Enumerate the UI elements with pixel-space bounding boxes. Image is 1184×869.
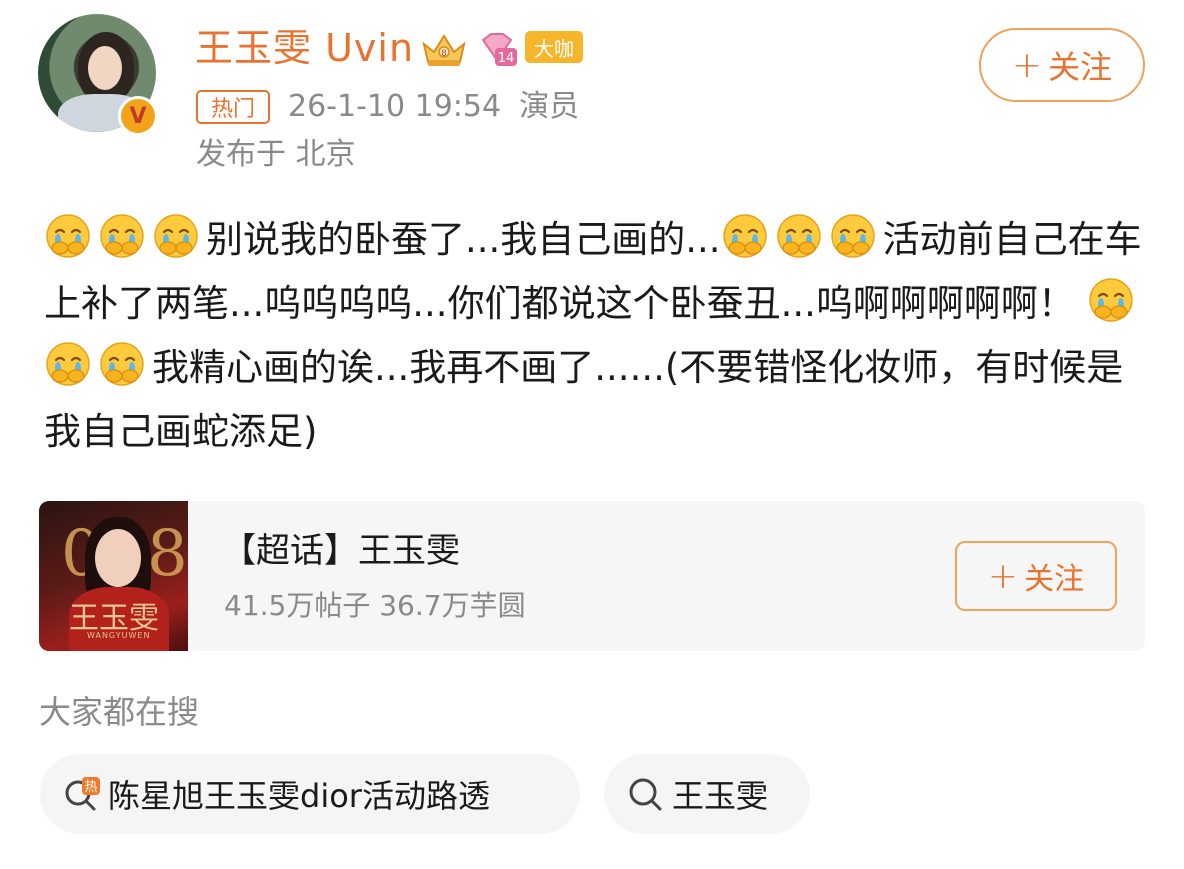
super-topic-name[interactable]: 【超话】王玉雯 [222, 528, 460, 574]
plus-icon: + [1011, 44, 1043, 86]
user-profession: 演员 [519, 89, 580, 124]
svg-text:14: 14 [498, 51, 515, 66]
plus-icon: + [987, 555, 1019, 597]
crying-emoji-icon [829, 212, 877, 260]
crying-emoji-icon [44, 340, 92, 388]
svg-text:8: 8 [441, 49, 447, 59]
search-chip[interactable]: 王玉雯 [604, 754, 810, 834]
diamond-level-icon: 14 [481, 33, 517, 66]
topic-follow-label: 关注 [1024, 562, 1085, 597]
topic-follow-button[interactable]: + 关注 [955, 541, 1117, 611]
follow-label: 关注 [1048, 48, 1113, 86]
post-location: 发布于 北京 [196, 137, 356, 172]
hot-search-icon: 热 [65, 777, 100, 811]
follow-button[interactable]: + 关注 [979, 28, 1145, 102]
crying-emoji-icon [44, 212, 92, 260]
post-timestamp: 26-1-10 19:54 [288, 89, 502, 124]
crying-emoji-icon [152, 212, 200, 260]
crying-emoji-icon [1087, 276, 1135, 324]
hot-tag: 热门 [196, 90, 270, 124]
super-topic-stats: 41.5万帖子 36.7万芋圆 [224, 589, 526, 622]
crying-emoji-icon [98, 340, 146, 388]
username[interactable]: 王玉雯 Uvin [195, 22, 414, 74]
cover-subtitle: WANGYUWEN [87, 631, 151, 640]
super-topic-cover-image[interactable]: 0 8 王玉雯 WANGYUWEN [39, 501, 188, 651]
search-chip-label: 王玉雯 [672, 777, 769, 815]
crying-emoji-icon [721, 212, 769, 260]
crying-emoji-icon [98, 212, 146, 260]
svg-text:热: 热 [84, 780, 97, 795]
search-section-title: 大家都在搜 [39, 693, 200, 731]
crying-emoji-icon [775, 212, 823, 260]
search-chip-label: 陈星旭王玉雯dior活动路透 [108, 777, 490, 815]
verified-badge-icon: V [118, 96, 158, 136]
post-segment-3: 我精心画的诶...我再不画了......(不要错怪化妆师，有时候是我自己画蛇添足… [44, 346, 1124, 453]
search-icon [629, 778, 662, 811]
crown-vip-icon: 8 [422, 34, 466, 66]
member-tag: 大咖 [525, 31, 583, 63]
search-chip-hot[interactable]: 热 陈星旭王玉雯dior活动路透 [40, 754, 580, 834]
post-text: 别说我的卧蚕了...我自己画的... 活动前自己在车上补了两笔...呜呜呜呜...… [44, 208, 1144, 464]
post-meta: 26-1-10 19:54 演员 [288, 86, 579, 128]
post-segment-1: 别说我的卧蚕了...我自己画的... [206, 218, 721, 261]
cover-number-right: 8 [147, 517, 188, 591]
